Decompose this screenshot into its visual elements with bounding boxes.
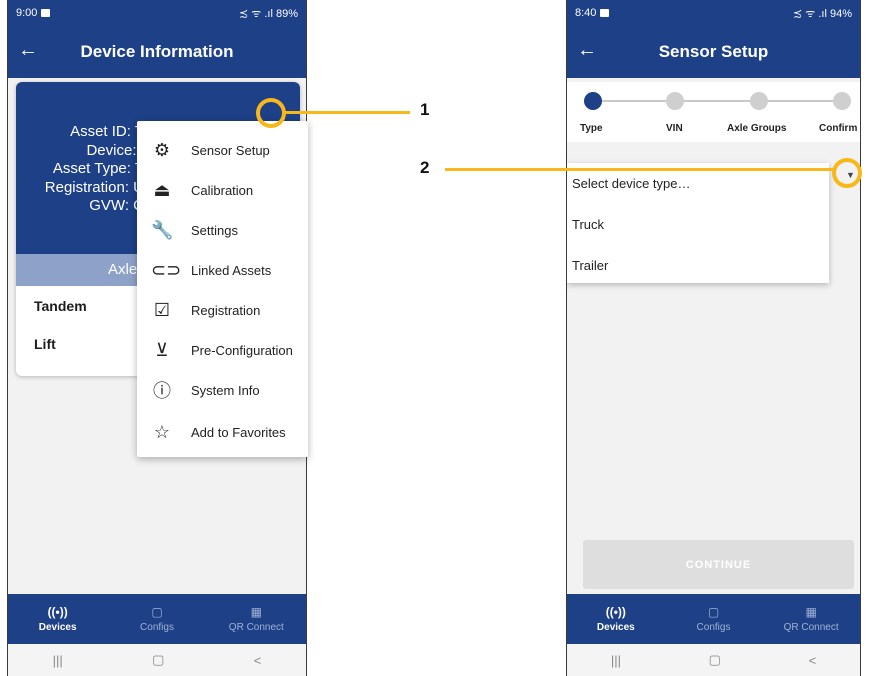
devices-icon: ((•)) [47, 605, 68, 619]
image-notification-icon [600, 9, 610, 17]
page-title: Device Information [80, 42, 234, 61]
info-registration: Registration: U [44, 178, 144, 196]
device-options-menu: ⚙ Sensor Setup ⏏ Calibration 🔧 Settings ⊂⊃ L… [137, 121, 308, 457]
menu-label: Pre-Configuration [191, 342, 293, 358]
nav-devices[interactable]: ((•)) Devices [23, 605, 93, 633]
menu-item-settings[interactable]: 🔧 Settings [137, 210, 308, 250]
nav-devices[interactable]: ((•)) Devices [581, 605, 651, 633]
image-notification-icon [41, 9, 51, 17]
system-nav-bar: ||| ▢ < [567, 644, 860, 676]
step-dot-confirm [833, 92, 851, 110]
callout-circle-2 [832, 158, 862, 188]
dropdown-option-placeholder[interactable]: Select device type… [572, 176, 691, 191]
callout-line-1 [285, 111, 410, 114]
recent-apps-icon[interactable]: ||| [611, 653, 621, 668]
continue-button[interactable]: CONTINUE [583, 540, 854, 589]
info-asset-type: Asset Type: T [52, 160, 144, 177]
menu-item-add-to-favorites[interactable]: ☆ Add to Favorites [137, 412, 308, 452]
nav-qr-label: QR Connect [228, 622, 284, 633]
dropdown-option-trailer[interactable]: Trailer [572, 258, 608, 273]
menu-label: Linked Assets [191, 262, 272, 278]
wrench-icon: 🔧 [151, 219, 174, 240]
menu-item-linked-assets[interactable]: ⊂⊃ Linked Assets [137, 250, 308, 290]
axle-row-tandem: Tandem [34, 298, 87, 314]
menu-item-sensor-setup[interactable]: ⚙ Sensor Setup [137, 130, 308, 170]
menu-item-system-info[interactable]: ⓘ System Info [137, 370, 308, 410]
step-dot-axle-groups [750, 92, 768, 110]
bottom-nav: ((•)) Devices ▢ Configs ▦ QR Connect [567, 594, 860, 644]
status-bar: 9:00 ≾ ᯤ .ıl 89% [8, 0, 306, 26]
gear-icon: ⚙ [153, 139, 171, 160]
recent-apps-icon[interactable]: ||| [53, 653, 63, 668]
app-bar: ← Device Information [8, 26, 306, 78]
axle-header-label: Axle [108, 261, 138, 278]
app-bar: ← Sensor Setup [567, 26, 860, 78]
back-icon[interactable]: < [254, 653, 262, 668]
callout-number-1: 1 [420, 100, 430, 119]
nav-devices-label: Devices [38, 622, 77, 633]
info-gvw: GVW: C [89, 197, 144, 214]
registration-icon: ☑ [153, 299, 171, 320]
nav-qr-connect[interactable]: ▦ QR Connect [221, 605, 291, 633]
step-dot-type [584, 92, 602, 110]
menu-label: Sensor Setup [191, 142, 270, 158]
nav-configs[interactable]: ▢ Configs [122, 605, 192, 633]
info-asset-id: Asset ID: T [70, 123, 144, 140]
dropdown-option-truck[interactable]: Truck [572, 217, 604, 232]
bottom-nav: ((•)) Devices ▢ Configs ▦ QR Connect [8, 594, 306, 644]
status-time: 9:00 [16, 7, 38, 19]
nav-devices-label: Devices [596, 622, 635, 633]
menu-item-registration[interactable]: ☑ Registration [137, 290, 308, 330]
status-indicators: ≾ ᯤ .ıl 94% [792, 7, 852, 20]
weight-icon: ⏏ [153, 179, 171, 200]
nav-configs-label: Configs [696, 622, 731, 633]
status-indicators: ≾ ᯤ .ıl 89% [238, 7, 298, 20]
menu-label: Add to Favorites [191, 424, 286, 440]
step-label-axle-groups: Axle Groups [727, 123, 787, 134]
star-icon: ☆ [153, 421, 171, 442]
device-type-dropdown: Select device type… Truck Trailer [567, 163, 829, 283]
page-title: Sensor Setup [658, 42, 769, 61]
menu-label: System Info [191, 382, 260, 398]
status-bar: 8:40 ≾ ᯤ .ıl 94% [567, 0, 860, 26]
menu-label: Calibration [191, 182, 254, 198]
callout-line-2 [445, 168, 834, 171]
nav-configs[interactable]: ▢ Configs [678, 605, 748, 633]
setup-stepper: Type VIN Axle Groups Confirm [567, 82, 860, 142]
menu-label: Registration [191, 302, 261, 318]
system-nav-bar: ||| ▢ < [8, 644, 306, 676]
callout-circle-1 [256, 98, 286, 128]
device-info-lines: Asset ID: T Device: i Asset Type: T Regi… [16, 123, 144, 216]
step-dot-vin [666, 92, 684, 110]
menu-item-calibration[interactable]: ⏏ Calibration [137, 170, 308, 210]
home-icon[interactable]: ▢ [709, 652, 721, 668]
step-label-vin: VIN [666, 123, 683, 134]
axle-row-lift: Lift [34, 336, 56, 352]
stepper-line [591, 100, 843, 102]
info-device: Device: i [86, 141, 144, 159]
info-icon: ⓘ [153, 381, 171, 401]
configs-icon: ▢ [707, 605, 720, 619]
home-icon[interactable]: ▢ [152, 652, 164, 668]
step-label-type: Type [580, 123, 603, 134]
nav-configs-label: Configs [140, 622, 174, 633]
menu-item-pre-configuration[interactable]: ⊻ Pre-Configuration [137, 330, 308, 370]
phone-sensor-setup: 8:40 ≾ ᯤ .ıl 94% ← Sensor Setup Type VIN… [566, 0, 861, 676]
status-time: 8:40 [575, 7, 597, 19]
qr-icon: ▦ [805, 605, 817, 619]
nav-qr-connect[interactable]: ▦ QR Connect [776, 605, 846, 633]
menu-label: Settings [191, 222, 238, 238]
nav-qr-label: QR Connect [783, 622, 839, 633]
step-label-confirm: Confirm [819, 123, 858, 134]
download-box-icon: ⊻ [155, 339, 169, 360]
configs-icon: ▢ [151, 605, 163, 619]
link-icon: ⊂⊃ [151, 259, 182, 280]
callout-number-2: 2 [420, 158, 430, 177]
qr-icon: ▦ [250, 605, 262, 619]
back-icon[interactable]: < [809, 653, 817, 668]
devices-icon: ((•)) [605, 605, 626, 619]
